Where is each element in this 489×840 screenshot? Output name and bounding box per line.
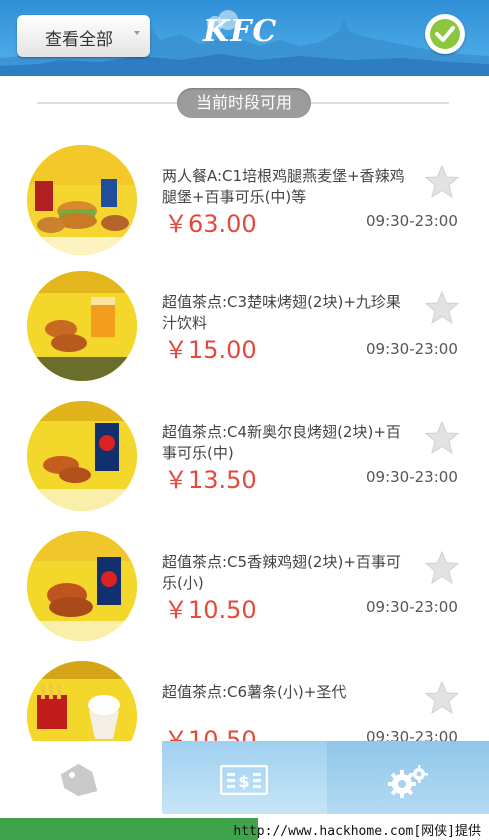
watermark-text: http://www.hackhome.com[网侠]提供 [233, 824, 481, 839]
favorite-star-icon[interactable] [424, 290, 460, 326]
item-hours: 09:30-23:00 [366, 468, 458, 486]
list-item[interactable]: 超值茶点:C6薯条(小)+圣代 ￥10.50 09:30-23:00 [0, 658, 489, 741]
view-all-label: 查看全部 [45, 30, 113, 50]
list-item[interactable]: 超值茶点:C3楚味烤翅(2块)+九珍果汁饮料 ￥15.00 09:30-23:0… [0, 268, 489, 398]
favorite-star-icon[interactable] [424, 550, 460, 586]
item-hours: 09:30-23:00 [366, 598, 458, 616]
divider-left [37, 102, 177, 104]
meal-image [27, 271, 137, 381]
tab-menu[interactable]: $ [162, 741, 327, 814]
item-title: 两人餐A:C1培根鸡腿燕麦堡+香辣鸡腿堡+百事可乐(中)等 [162, 167, 405, 206]
list-item[interactable]: 两人餐A:C1培根鸡腿燕麦堡+香辣鸡腿堡+百事可乐(中)等 ￥63.00 09:… [0, 142, 489, 272]
gear-icon [388, 765, 428, 798]
money-icon: $ [220, 765, 268, 795]
item-price: ￥15.00 [164, 336, 257, 364]
meal-image [27, 661, 137, 741]
meal-image [27, 145, 137, 255]
kfc-logo: KFC [203, 14, 278, 49]
bottom-tab-bar: $ [0, 741, 489, 814]
favorite-star-icon[interactable] [424, 420, 460, 456]
divider-right [311, 102, 449, 104]
watermark-bar: http://www.hackhome.com[网侠]提供 [0, 814, 489, 840]
checkmark-icon [430, 19, 460, 49]
meal-image [27, 401, 137, 511]
tag-icon [60, 763, 98, 797]
item-price: ￥13.50 [164, 466, 257, 494]
item-title: 超值茶点:C4新奥尔良烤翅(2块)+百事可乐(中) [162, 423, 401, 462]
coupon-list[interactable]: 两人餐A:C1培根鸡腿燕麦堡+香辣鸡腿堡+百事可乐(中)等 ￥63.00 09:… [0, 140, 489, 741]
svg-text:$: $ [238, 772, 249, 791]
view-all-button[interactable]: 查看全部 [17, 15, 150, 57]
list-item[interactable]: 超值茶点:C5香辣鸡翅(2块)+百事可乐(小) ￥10.50 09:30-23:… [0, 528, 489, 658]
app-header: 查看全部 KFC [0, 0, 489, 76]
item-price: ￥63.00 [164, 210, 257, 238]
item-title: 超值茶点:C6薯条(小)+圣代 [162, 683, 347, 701]
favorite-star-icon[interactable] [424, 680, 460, 716]
item-price: ￥10.50 [164, 726, 257, 741]
item-title: 超值茶点:C3楚味烤翅(2块)+九珍果汁饮料 [162, 293, 401, 332]
favorite-star-icon[interactable] [424, 164, 460, 200]
available-now-badge: 当前时段可用 [177, 88, 311, 118]
list-item[interactable]: 超值茶点:C4新奥尔良烤翅(2块)+百事可乐(中) ￥13.50 09:30-2… [0, 398, 489, 528]
corner-indicator-icon [134, 31, 140, 35]
meal-image [27, 531, 137, 641]
item-price: ￥10.50 [164, 596, 257, 624]
tab-coupons[interactable] [0, 741, 162, 814]
item-hours: 09:30-23:00 [366, 728, 458, 741]
item-hours: 09:30-23:00 [366, 340, 458, 358]
tab-settings[interactable] [327, 741, 489, 814]
item-title: 超值茶点:C5香辣鸡翅(2块)+百事可乐(小) [162, 553, 401, 592]
confirm-button[interactable] [425, 14, 465, 54]
watermark-accent [0, 818, 258, 840]
item-hours: 09:30-23:00 [366, 212, 458, 230]
